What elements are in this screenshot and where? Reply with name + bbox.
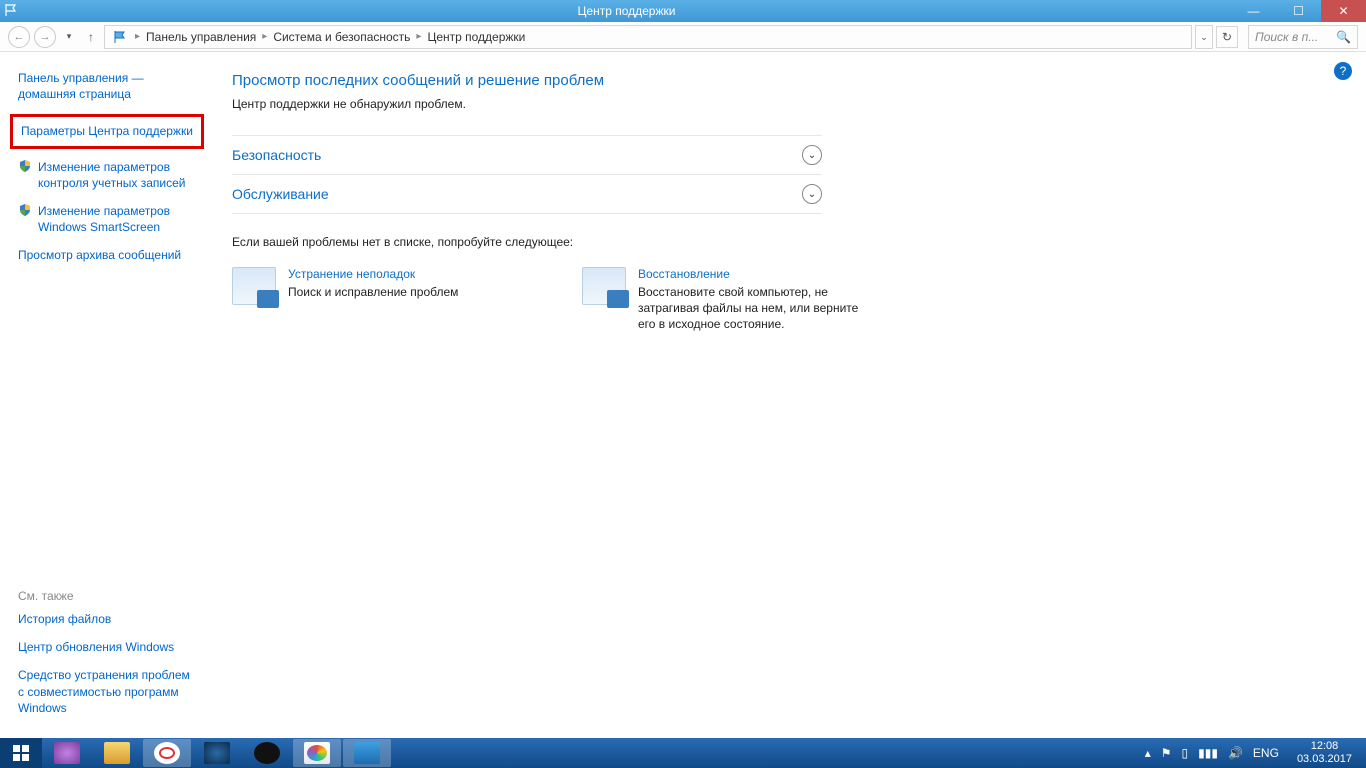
flag-icon [111,28,129,46]
breadcrumb-item[interactable]: Панель управления [146,30,256,44]
page-heading: Просмотр последних сообщений и решение п… [232,72,1342,89]
sidebar-item-archive[interactable]: Просмотр архива сообщений [18,247,196,263]
chevron-right-icon[interactable]: ▸ [258,31,271,42]
flag-icon[interactable]: ⚑ [1161,746,1172,760]
sidebar-item-smartscreen[interactable]: Изменение параметров Windows SmartScreen [18,203,196,235]
start-button[interactable] [0,738,42,768]
taskbar-explorer[interactable] [93,739,141,767]
cards-row: Устранение неполадок Поиск и исправление… [232,267,1342,333]
sidebar-item-label: Изменение параметров контроля учетных за… [38,159,196,191]
system-tray: ▴ ⚑ ▯ ▮▮▮ 🔊 ENG 12:08 03.03.2017 [1139,740,1366,765]
seealso-heading: См. также [18,589,196,603]
taskbar-app[interactable] [193,739,241,767]
seealso-link[interactable]: Средство устранения проблем с совместимо… [18,667,196,716]
help-button[interactable]: ? [1334,62,1352,80]
recovery-icon [582,267,626,305]
seealso-link[interactable]: Центр обновления Windows [18,639,196,655]
chevron-right-icon[interactable]: ▸ [131,31,144,42]
history-dropdown[interactable]: ▾ [60,31,78,42]
taskbar-paint[interactable] [293,739,341,767]
window-controls: — ☐ ✕ [1231,0,1366,22]
volume-icon[interactable]: 🔊 [1228,746,1243,760]
expander-maintenance[interactable]: Обслуживание ⌄ [232,174,822,214]
maximize-button[interactable]: ☐ [1276,0,1321,22]
network-icon[interactable]: ▮▮▮ [1198,746,1218,760]
flag-icon [0,3,22,20]
card-desc: Восстановите свой компьютер, не затрагив… [638,284,872,333]
not-listed-text: Если вашей проблемы нет в списке, попроб… [232,235,1342,249]
expander-security[interactable]: Безопасность ⌄ [232,135,822,175]
sidebar-item-label: Изменение параметров Windows SmartScreen [38,203,196,235]
tray-chevron-icon[interactable]: ▴ [1145,746,1151,760]
shield-icon [18,203,32,217]
card-title: Восстановление [638,267,872,281]
breadcrumb-item[interactable]: Система и безопасность [273,30,410,44]
content-area: ? Просмотр последних сообщений и решение… [208,52,1366,738]
troubleshoot-icon [232,267,276,305]
clock-time: 12:08 [1297,740,1352,753]
refresh-button[interactable]: ↻ [1216,26,1238,48]
clock[interactable]: 12:08 03.03.2017 [1289,740,1360,765]
sidebar-home-link[interactable]: Панель управления — домашняя страница [18,70,196,102]
back-button[interactable]: ← [8,26,30,48]
language-indicator[interactable]: ENG [1253,746,1279,760]
titlebar: Центр поддержки — ☐ ✕ [0,0,1366,22]
card-recovery[interactable]: Восстановление Восстановите свой компьют… [582,267,872,333]
expander-title: Обслуживание [232,186,329,202]
up-button[interactable]: ↑ [82,28,100,46]
close-button[interactable]: ✕ [1321,0,1366,22]
sidebar: Панель управления — домашняя страница Па… [0,52,208,738]
minimize-button[interactable]: — [1231,0,1276,22]
body: Панель управления — домашняя страница Па… [0,52,1366,738]
sidebar-highlighted-item[interactable]: Параметры Центра поддержки [10,114,204,148]
window-title: Центр поддержки [22,4,1231,18]
taskbar-app[interactable] [43,739,91,767]
search-placeholder: Поиск в п... [1255,30,1318,44]
taskbar: ▴ ⚑ ▯ ▮▮▮ 🔊 ENG 12:08 03.03.2017 [0,738,1366,768]
navbar: ← → ▾ ↑ ▸ Панель управления ▸ Система и … [0,22,1366,52]
address-bar[interactable]: ▸ Панель управления ▸ Система и безопасн… [104,25,1192,49]
expander-title: Безопасность [232,147,321,163]
address-dropdown[interactable]: ⌄ [1195,25,1213,49]
breadcrumb-item[interactable]: Центр поддержки [427,30,525,44]
seealso-link[interactable]: История файлов [18,611,196,627]
card-troubleshoot[interactable]: Устранение неполадок Поиск и исправление… [232,267,522,333]
clock-date: 03.03.2017 [1297,753,1352,766]
shield-icon [18,159,32,173]
action-center-window: Центр поддержки — ☐ ✕ ← → ▾ ↑ ▸ Панель у… [0,0,1366,738]
card-desc: Поиск и исправление проблем [288,284,458,300]
chevron-down-icon: ⌄ [802,184,822,204]
forward-button[interactable]: → [34,26,56,48]
chevron-down-icon: ⌄ [802,145,822,165]
battery-icon[interactable]: ▯ [1182,746,1189,760]
taskbar-steam[interactable] [243,739,291,767]
sidebar-item-label: Параметры Центра поддержки [21,124,193,138]
chevron-right-icon[interactable]: ▸ [412,31,425,42]
search-input[interactable]: Поиск в п... 🔍 [1248,25,1358,49]
taskbar-browser[interactable] [143,739,191,767]
card-title: Устранение неполадок [288,267,458,281]
page-subtext: Центр поддержки не обнаружил проблем. [232,97,1342,111]
search-icon: 🔍 [1336,30,1351,44]
sidebar-item-uac[interactable]: Изменение параметров контроля учетных за… [18,159,196,191]
taskbar-control-panel[interactable] [343,739,391,767]
